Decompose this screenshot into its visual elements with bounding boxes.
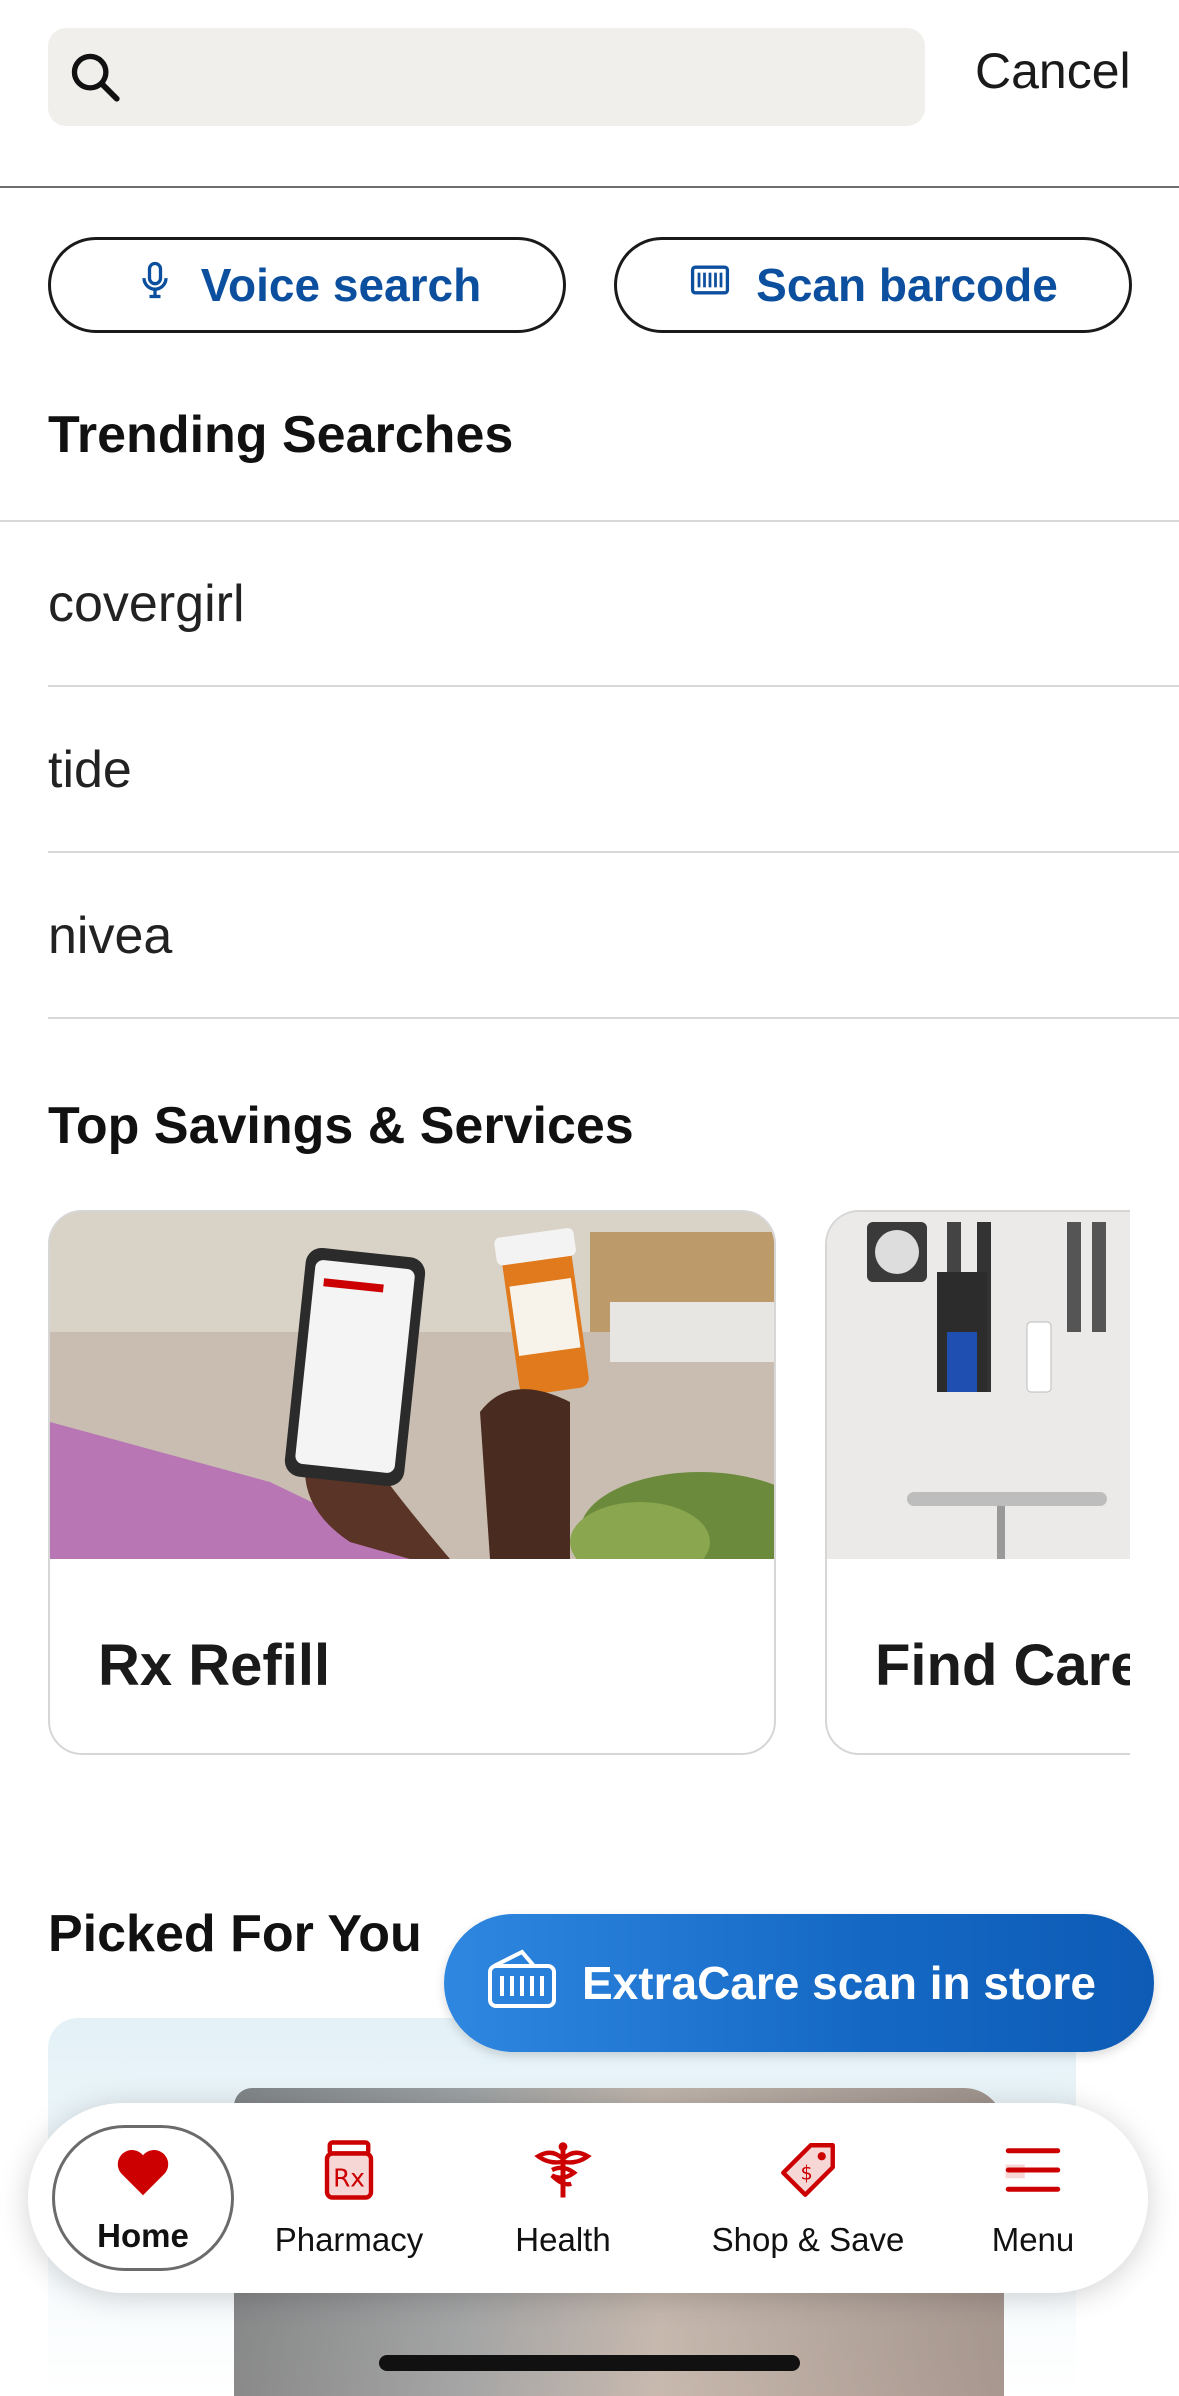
rx-bottle-icon: Rx [316, 2137, 382, 2221]
find-care-image [827, 1212, 1130, 1559]
extracare-card-icon [486, 1945, 558, 2022]
nav-pharmacy[interactable]: Rx Pharmacy [264, 2103, 434, 2293]
hamburger-menu-icon [1000, 2137, 1066, 2221]
voice-search-button[interactable]: Voice search [48, 237, 566, 333]
trending-item-nivea[interactable]: nivea [48, 854, 1179, 1019]
heart-icon [108, 2141, 178, 2217]
find-care-label: Find Care [875, 1633, 1130, 1698]
nav-shop-save-label: Shop & Save [711, 2221, 905, 2258]
svg-text:Rx: Rx [333, 2164, 365, 2193]
nav-home[interactable]: Home [52, 2125, 234, 2271]
extracare-scan-label: ExtraCare scan in store [582, 1957, 1096, 2009]
nav-menu-label: Menu [991, 2221, 1075, 2258]
cancel-button[interactable]: Cancel [975, 42, 1131, 100]
svg-text:$: $ [801, 2162, 813, 2185]
home-indicator [379, 2355, 800, 2371]
nav-health-label: Health [515, 2221, 611, 2258]
trending-item-tide[interactable]: tide [48, 688, 1179, 853]
nav-shop-save[interactable]: $ Shop & Save [688, 2103, 928, 2293]
picked-for-you-title: Picked For You [48, 1905, 422, 1963]
price-tag-icon: $ [775, 2137, 841, 2221]
nav-menu[interactable]: Menu [948, 2103, 1118, 2293]
nav-home-label: Home [97, 2217, 189, 2254]
rx-refill-image [50, 1212, 774, 1559]
rx-refill-label: Rx Refill [98, 1633, 331, 1698]
microphone-icon [133, 258, 177, 313]
trending-item-covergirl[interactable]: covergirl [48, 522, 1179, 687]
voice-search-label: Voice search [200, 259, 482, 311]
nav-pharmacy-label: Pharmacy [274, 2221, 424, 2258]
nav-health[interactable]: Health [478, 2103, 648, 2293]
header-divider [0, 186, 1179, 188]
rx-refill-card[interactable]: Rx Refill [48, 1210, 776, 1755]
health-caduceus-icon [530, 2137, 596, 2221]
find-care-card[interactable]: Find Care [825, 1210, 1130, 1755]
scan-barcode-button[interactable]: Scan barcode [614, 237, 1132, 333]
search-icon [66, 48, 124, 106]
bottom-nav: Home Rx Pharmacy Health $ Shop & Save Me… [28, 2103, 1148, 2293]
top-savings-title: Top Savings & Services [48, 1097, 634, 1155]
trending-searches-title: Trending Searches [48, 406, 514, 464]
extracare-scan-button[interactable]: ExtraCare scan in store [444, 1914, 1154, 2052]
scan-barcode-label: Scan barcode [756, 259, 1058, 311]
search-input[interactable] [48, 28, 925, 126]
barcode-icon [688, 258, 732, 313]
